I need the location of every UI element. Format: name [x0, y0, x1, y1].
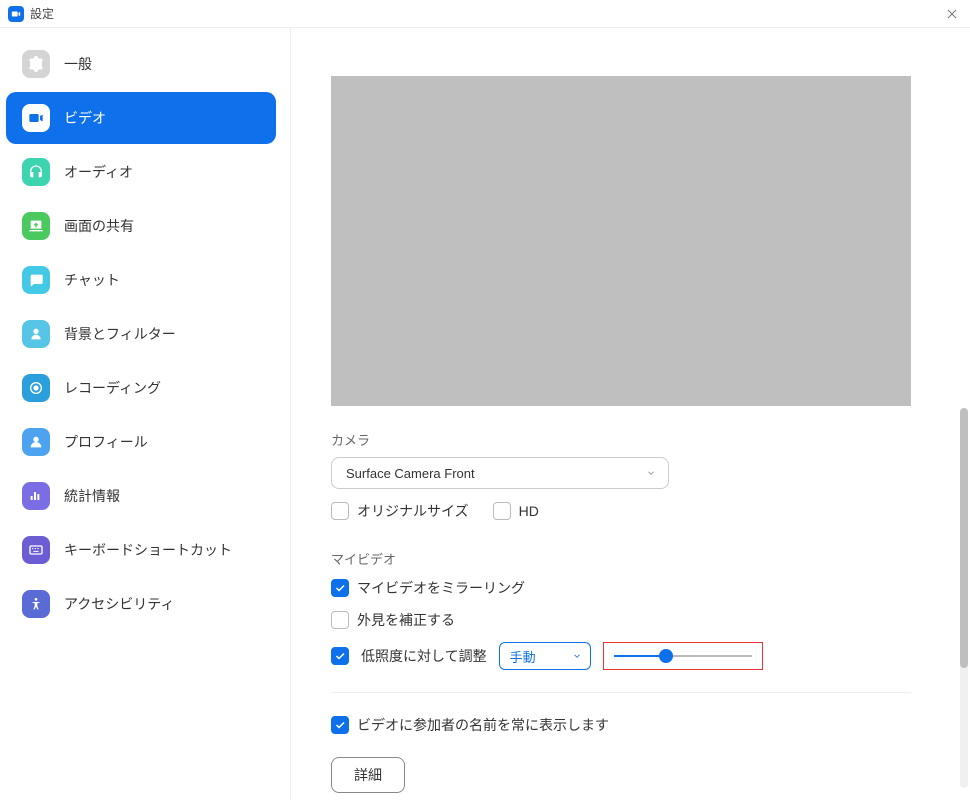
sidebar-item-label: チャット [64, 270, 120, 290]
scrollbar-thumb[interactable] [960, 408, 968, 668]
titlebar: 設定 [0, 0, 970, 28]
mirror-checkbox[interactable] [331, 579, 349, 597]
hd-checkbox[interactable] [493, 502, 511, 520]
sidebar-item-video[interactable]: ビデオ [6, 92, 276, 144]
lowlight-label: 低照度に対して調整 [361, 646, 487, 666]
touchup-label: 外見を補正する [357, 610, 455, 630]
video-icon [22, 104, 50, 132]
slider-thumb[interactable] [659, 649, 673, 663]
lowlight-checkbox[interactable] [331, 647, 349, 665]
video-preview [331, 76, 911, 406]
touchup-checkbox[interactable] [331, 611, 349, 629]
divider [331, 692, 911, 693]
sidebar-item-label: ビデオ [64, 108, 106, 128]
sidebar-item-recording[interactable]: レコーディング [6, 362, 276, 414]
sidebar-item-accessibility[interactable]: アクセシビリティ [6, 578, 276, 630]
sidebar-item-label: 背景とフィルター [64, 324, 176, 344]
accessibility-icon [22, 590, 50, 618]
sidebar-item-label: 画面の共有 [64, 216, 134, 236]
sidebar-item-label: キーボードショートカット [64, 540, 232, 560]
sidebar-item-audio[interactable]: オーディオ [6, 146, 276, 198]
sidebar-item-stats[interactable]: 統計情報 [6, 470, 276, 522]
person-icon [22, 320, 50, 348]
sidebar-item-general[interactable]: 一般 [6, 38, 276, 90]
main-panel: カメラ Surface Camera Front オリジナルサイズ HD マイビ… [290, 28, 970, 800]
sidebar-item-share[interactable]: 画面の共有 [6, 200, 276, 252]
sidebar-item-label: 一般 [64, 54, 92, 74]
chat-icon [22, 266, 50, 294]
hd-label: HD [519, 503, 539, 519]
sidebar-item-label: 統計情報 [64, 486, 120, 506]
lowlight-mode-select[interactable]: 手動 [499, 642, 591, 670]
scrollbar[interactable] [960, 408, 968, 788]
chevron-down-icon [572, 649, 582, 664]
sidebar-item-keyboard[interactable]: キーボードショートカット [6, 524, 276, 576]
app-icon [8, 6, 24, 22]
showname-checkbox[interactable] [331, 716, 349, 734]
share-screen-icon [22, 212, 50, 240]
profile-icon [22, 428, 50, 456]
close-button[interactable] [942, 4, 962, 24]
camera-select-value: Surface Camera Front [346, 466, 475, 481]
sidebar-item-label: レコーディング [64, 378, 161, 398]
mirror-label: マイビデオをミラーリング [357, 578, 525, 598]
lowlight-mode-value: 手動 [510, 647, 536, 666]
original-size-label: オリジナルサイズ [357, 501, 469, 521]
camera-select[interactable]: Surface Camera Front [331, 457, 669, 489]
camera-label: カメラ [331, 430, 946, 449]
sidebar-item-label: オーディオ [64, 162, 133, 182]
headphones-icon [22, 158, 50, 186]
gear-icon [22, 50, 50, 78]
showname-label: ビデオに参加者の名前を常に表示します [357, 715, 609, 735]
record-icon [22, 374, 50, 402]
sidebar-item-profile[interactable]: プロフィール [6, 416, 276, 468]
sidebar-item-chat[interactable]: チャット [6, 254, 276, 306]
window-title: 設定 [30, 5, 54, 22]
myvideo-label: マイビデオ [331, 549, 946, 568]
lowlight-slider[interactable] [603, 642, 763, 670]
original-size-checkbox[interactable] [331, 502, 349, 520]
sidebar: 一般 ビデオ オーディオ 画面の共有 [0, 28, 290, 800]
advanced-button[interactable]: 詳細 [331, 757, 405, 793]
sidebar-item-background[interactable]: 背景とフィルター [6, 308, 276, 360]
keyboard-icon [22, 536, 50, 564]
sidebar-item-label: アクセシビリティ [64, 594, 174, 614]
chevron-down-icon [646, 466, 656, 481]
chart-icon [22, 482, 50, 510]
sidebar-item-label: プロフィール [64, 432, 148, 452]
